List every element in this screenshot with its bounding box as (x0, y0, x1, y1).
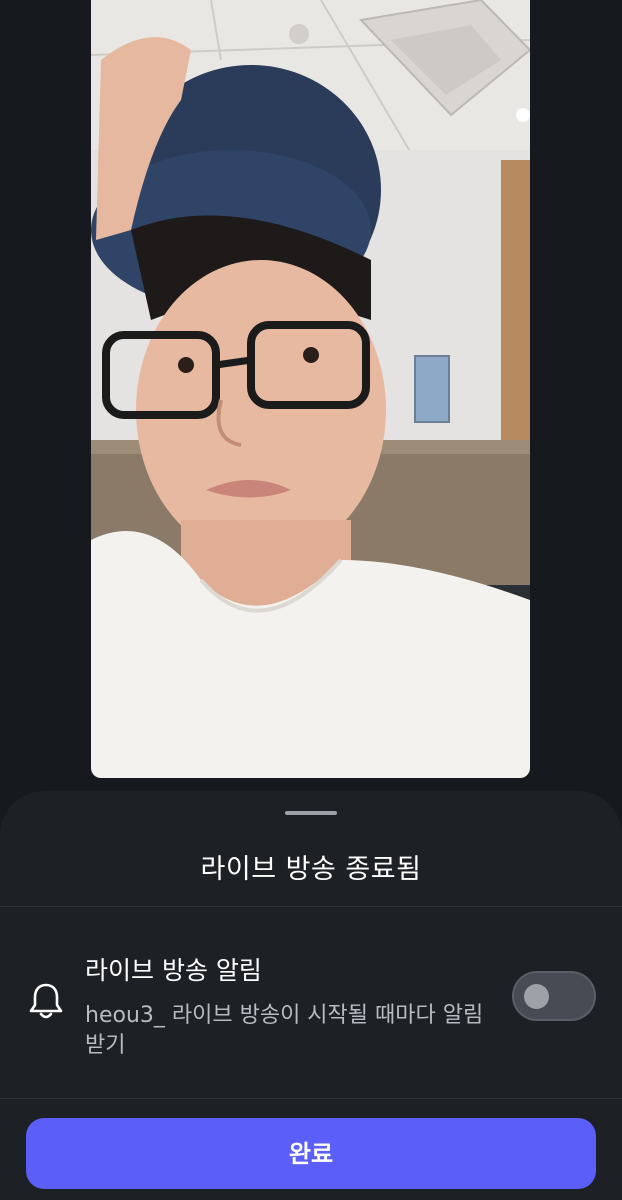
screen: 라이브 방송 종료됨 라이브 방송 알림 heou3_ 라이브 방송이 시작될 … (0, 0, 622, 1200)
sheet-title: 라이브 방송 종료됨 (200, 854, 422, 885)
notification-title: 라이브 방송 알림 (85, 956, 262, 985)
drag-handle[interactable] (285, 811, 337, 815)
video-preview (91, 0, 530, 778)
live-ended-sheet: 라이브 방송 종료됨 라이브 방송 알림 heou3_ 라이브 방송이 시작될 … (0, 791, 622, 1200)
notification-description: heou3_ 라이브 방송이 시작될 때마다 알림 받기 (85, 1003, 484, 1058)
divider (0, 1098, 622, 1099)
live-notification-row: 라이브 방송 알림 heou3_ 라이브 방송이 시작될 때마다 알림 받기 (0, 907, 622, 1097)
toggle-knob (524, 984, 549, 1009)
notification-toggle[interactable] (512, 971, 596, 1021)
done-button[interactable]: 완료 (26, 1118, 596, 1189)
video-frame-illustration (91, 0, 530, 778)
bell-icon (28, 982, 64, 1020)
